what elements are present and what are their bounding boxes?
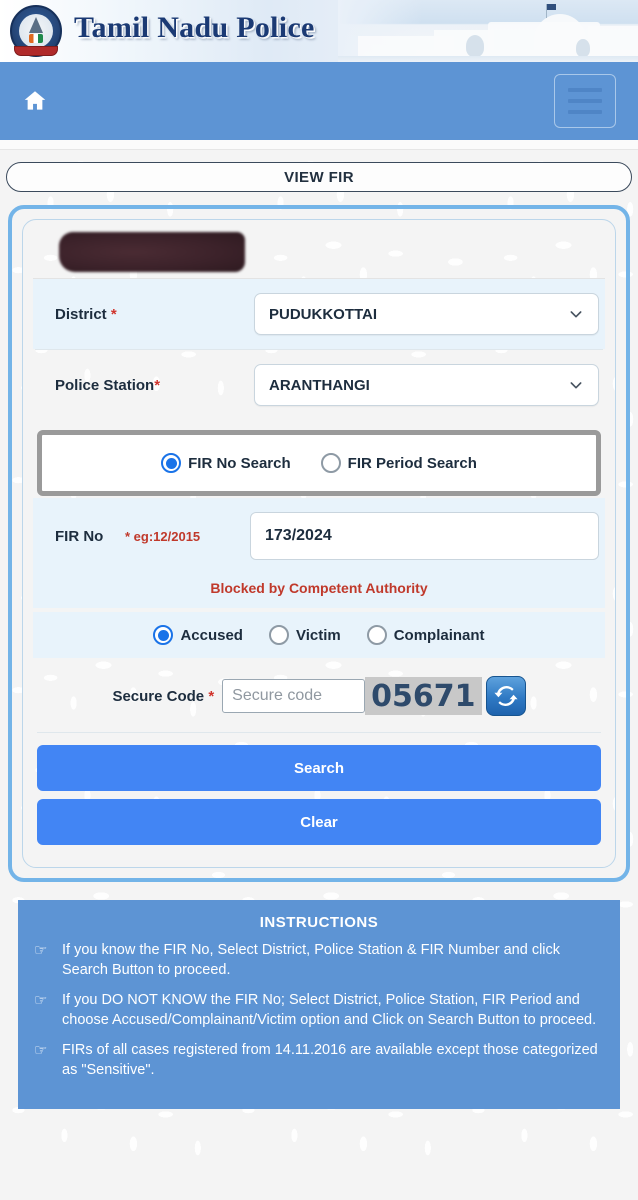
fir-no-value: 173/2024 [265, 527, 332, 544]
secure-code-input[interactable]: Secure code [222, 679, 366, 713]
page-top-strip [0, 140, 638, 150]
radio-indicator[interactable] [153, 625, 174, 645]
radio-label: FIR Period Search [347, 454, 477, 472]
person-type-group: Accused Victim Complainant [33, 612, 605, 658]
radio-indicator[interactable] [366, 625, 387, 645]
radio-fir-period-search[interactable]: FIR Period Search [320, 453, 477, 473]
instruction-item: ☞ If you know the FIR No, Select Distric… [34, 941, 604, 980]
secure-code-label: Secure Code * [112, 687, 215, 705]
site-banner: Tamil Nadu Police [0, 0, 638, 62]
instruction-text: If you know the FIR No, Select District,… [62, 942, 561, 978]
instructions-title: INSTRUCTIONS [259, 914, 379, 931]
police-station-select[interactable]: ARANTHANGI [254, 364, 599, 406]
required-asterisk: * [208, 687, 215, 705]
home-icon[interactable] [22, 88, 48, 114]
radio-indicator[interactable] [268, 625, 289, 645]
navbar [0, 62, 638, 140]
district-row: District * PUDUKKOTTAI [33, 279, 605, 349]
police-station-value: ARANTHANGI [269, 376, 370, 394]
error-message: Blocked by Competent Authority [33, 574, 605, 608]
fir-search-card: District * PUDUKKOTTAI Police Station* A… [8, 205, 630, 882]
radio-complainant[interactable]: Complainant [366, 625, 485, 645]
redacted-user-info-row [33, 228, 605, 279]
instruction-text: If you DO NOT KNOW the FIR No; Select Di… [62, 992, 597, 1028]
required-asterisk: * [110, 305, 117, 323]
search-mode-group: FIR No Search FIR Period Search [37, 430, 601, 496]
pointing-hand-icon: ☞ [34, 992, 48, 1010]
instruction-text: FIRs of all cases registered from 14.11.… [62, 1042, 598, 1078]
instructions-panel: INSTRUCTIONS ☞ If you know the FIR No, S… [18, 900, 620, 1110]
radio-fir-no-search[interactable]: FIR No Search [161, 453, 291, 473]
fir-no-label: FIR No [55, 527, 104, 545]
radio-label: FIR No Search [188, 454, 291, 472]
secure-code-placeholder: Secure code [232, 687, 323, 704]
police-station-label: Police Station* [55, 376, 161, 394]
redaction-blob [59, 232, 245, 272]
brand-title: Tamil Nadu Police [74, 11, 315, 44]
page-title: VIEW FIR [6, 162, 632, 192]
refresh-captcha-icon[interactable] [485, 676, 526, 716]
captcha-text: 05671 [365, 677, 482, 715]
district-label: District * [55, 305, 117, 323]
pointing-hand-icon: ☞ [34, 1042, 48, 1060]
chevron-down-icon [570, 311, 582, 318]
instruction-item: ☞ FIRs of all cases registered from 14.1… [34, 1041, 604, 1080]
radio-label: Complainant [393, 626, 485, 644]
instruction-item: ☞ If you DO NOT KNOW the FIR No; Select … [34, 991, 604, 1030]
search-button[interactable]: Search [37, 745, 601, 791]
hamburger-menu-icon[interactable] [554, 74, 616, 128]
radio-indicator[interactable] [161, 453, 182, 473]
radio-victim[interactable]: Victim [268, 625, 341, 645]
radio-label: Victim [295, 626, 341, 644]
radio-label: Accused [180, 626, 243, 644]
page-body: VIEW FIR District * PUDUKKOTTAI Police S… [0, 140, 638, 1200]
clear-button[interactable]: Clear [37, 799, 601, 845]
pointing-hand-icon: ☞ [34, 942, 48, 959]
district-select[interactable]: PUDUKKOTTAI [254, 293, 599, 335]
fir-no-input[interactable]: 173/2024 [250, 512, 599, 560]
police-headquarters-photo [338, 0, 638, 62]
required-asterisk: * [154, 376, 161, 394]
tn-police-emblem-icon [10, 5, 62, 57]
secure-code-row: Secure Code * Secure code 05671 [33, 658, 605, 732]
divider [37, 732, 601, 733]
police-station-row: Police Station* ARANTHANGI [33, 350, 605, 420]
chevron-down-icon [570, 382, 582, 389]
radio-indicator[interactable] [320, 453, 341, 473]
fir-no-hint: * eg:12/2015 [125, 528, 201, 544]
radio-accused[interactable]: Accused [153, 625, 243, 645]
district-value: PUDUKKOTTAI [269, 305, 378, 323]
fir-search-form: District * PUDUKKOTTAI Police Station* A… [22, 219, 616, 868]
fir-no-row: FIR No * eg:12/2015 173/2024 [33, 498, 605, 574]
